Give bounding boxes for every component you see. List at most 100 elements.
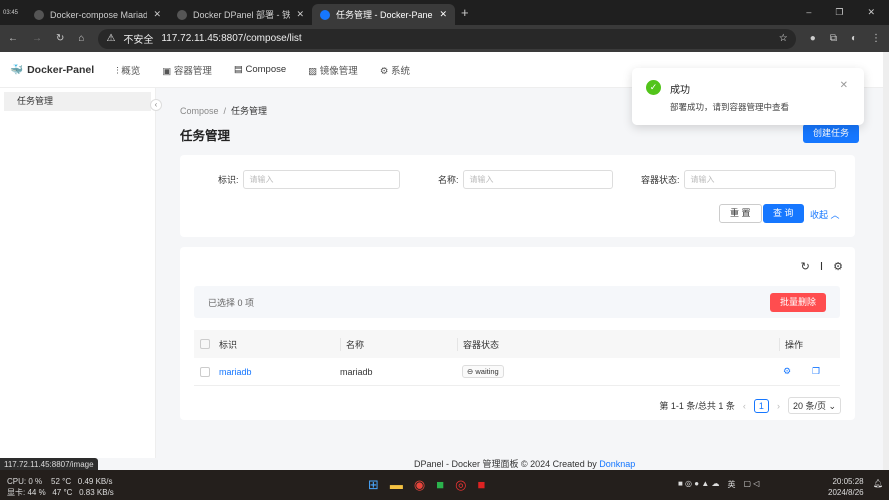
extensions-icon[interactable]: ⧉ <box>830 33 837 44</box>
selected-count: 已选择 0 项 <box>208 297 255 308</box>
row-copy-icon[interactable]: ❐ <box>812 366 820 377</box>
music-app-icon[interactable]: ◎ <box>455 477 466 493</box>
success-notification: ✓ 成功 部署成功，请到容器管理中查看 ✕ <box>632 68 864 125</box>
create-task-button[interactable]: 创建任务 <box>803 124 860 143</box>
nav-label: Compose <box>245 64 287 75</box>
pager-summary: 第 1-1 条/总共 1 条 <box>659 401 735 411</box>
nav-containers[interactable]: ▣ 容器管理 <box>162 63 212 77</box>
url-bar[interactable]: ⚠ 不安全 117.72.11.45:8807/compose/list ☆ <box>98 28 796 49</box>
close-tab-icon[interactable]: ✕ <box>153 9 161 20</box>
filter-card: 标识: 请输入 名称: 请输入 容器状态: 请输入 重 置 查 询 收起 ︿ <box>180 155 855 237</box>
nav-compose[interactable]: ▤ Compose <box>234 64 286 75</box>
id-input[interactable]: 请输入 <box>242 170 400 189</box>
table-row: mariadb mariadb ⊖ waiting ⚙ ❐ <box>194 358 840 386</box>
notification-bell-icon[interactable]: 🔔︎ <box>873 479 883 488</box>
row-checkbox[interactable] <box>200 366 210 377</box>
sidebar: 任务管理 <box>0 88 156 458</box>
extension-icon[interactable]: ● <box>810 33 816 44</box>
collapse-filters-link[interactable]: 收起 ︿ <box>810 208 840 221</box>
footer-author-link[interactable]: Donknap <box>599 459 635 469</box>
query-button[interactable]: 查 询 <box>763 204 804 223</box>
next-page-icon[interactable]: › <box>777 401 780 411</box>
maximize-icon[interactable]: ❐ <box>835 7 843 18</box>
close-notification-icon[interactable]: ✕ <box>840 80 848 91</box>
row-id-link[interactable]: mariadb <box>219 367 252 377</box>
row-settings-icon[interactable]: ⚙ <box>783 366 791 377</box>
row-name: mariadb <box>340 366 373 377</box>
status-badge: ⊖ waiting <box>462 365 504 378</box>
notification-title: 成功 <box>670 85 690 96</box>
menu-icon[interactable]: ⋮ <box>871 33 881 44</box>
taskbar-apps: ⊞ ▬ ◉ ■ ◎ ■ <box>368 477 485 493</box>
bookmark-star-icon[interactable]: ☆ <box>779 33 788 44</box>
close-tab-icon[interactable]: ✕ <box>439 9 447 20</box>
field-label: 容器状态: <box>641 175 680 185</box>
scrollbar[interactable] <box>883 52 889 470</box>
terminal-icon[interactable]: ■ <box>436 477 444 493</box>
ime-indicator[interactable]: 英 <box>727 479 735 490</box>
tab-title: 任务管理 - Docker-Panel <box>336 10 434 20</box>
window-controls: – ❐ ✕ <box>806 7 889 18</box>
close-window-icon[interactable]: ✕ <box>867 7 875 18</box>
sidebar-item-tasks[interactable]: 任务管理 <box>4 92 151 111</box>
docker-whale-icon: 🐳 <box>10 64 24 76</box>
home-icon[interactable]: ⌂ <box>78 33 84 44</box>
clock: 03:45 <box>3 9 19 16</box>
batch-delete-button[interactable]: 批量删除 <box>769 292 826 312</box>
time: 20:05:28 <box>832 477 864 486</box>
back-icon[interactable]: ← <box>8 33 18 44</box>
page-size-select[interactable]: 20 条/页 ⌄ <box>787 397 841 414</box>
close-tab-icon[interactable]: ✕ <box>296 9 304 20</box>
nav-system[interactable]: ⚙ 系统 <box>380 63 410 77</box>
name-input[interactable]: 请输入 <box>462 170 613 189</box>
nav-label: 系统 <box>390 65 410 77</box>
app-logo[interactable]: 🐳 Docker-Panel <box>10 63 95 77</box>
browser-tab-active[interactable]: 任务管理 - Docker-Panel ✕ <box>312 4 455 25</box>
nav-images[interactable]: ▨ 镜像管理 <box>308 63 358 77</box>
new-tab-button[interactable]: + <box>461 5 469 20</box>
browser-tab-strip: 03:45 Docker-compose Mariadb 部 ✕ Docker D… <box>0 0 889 25</box>
page-1-button[interactable]: 1 <box>753 398 769 413</box>
clock[interactable]: 20:05:28 2024/8/26 <box>828 476 864 498</box>
collapse-sidebar-button[interactable]: ‹ <box>150 99 162 111</box>
warning-icon: ⚠ <box>106 33 116 44</box>
nav-label: 容器管理 <box>173 65 212 77</box>
page-size-value: 20 条/页 <box>792 401 826 411</box>
logo-text: Docker-Panel <box>27 63 95 76</box>
column-header: 操作 <box>779 337 803 351</box>
page-title: 任务管理 <box>180 129 231 143</box>
tab-search-button[interactable]: 03:45 <box>0 10 26 16</box>
table-toolbar: ↻ Ⅰ ⚙ <box>801 260 843 273</box>
browser-tab[interactable]: Docker-compose Mariadb 部 ✕ <box>26 4 169 25</box>
nav-label: 镜像管理 <box>319 65 358 77</box>
density-icon[interactable]: Ⅰ <box>820 260 823 273</box>
table-header: 标识 名称 容器状态 操作 <box>194 330 840 358</box>
settings-icon[interactable]: ⚙ <box>833 260 843 273</box>
profile-avatar[interactable]: ◐ <box>851 33 857 44</box>
field-label: 名称: <box>438 175 459 185</box>
reset-button[interactable]: 重 置 <box>719 204 762 223</box>
system-monitor: CPU: 0 % 52 °C 0.49 KB/s 显卡: 44 % 47 °C 0… <box>7 476 114 498</box>
status-input[interactable]: 请输入 <box>683 170 836 189</box>
remote-app-icon[interactable]: ■ <box>477 477 485 493</box>
gpu-stats: 显卡: 44 % 47 °C 0.83 KB/s <box>7 488 114 497</box>
field-label: 标识: <box>218 175 239 185</box>
nav-overview[interactable]: ⫶ 概览 <box>116 63 140 77</box>
network-volume-icon[interactable]: ▢ ◁ <box>743 479 759 490</box>
chrome-icon[interactable]: ◉ <box>414 477 425 493</box>
select-all-checkbox[interactable] <box>200 339 210 349</box>
chevron-up-icon: ︿ <box>830 210 840 220</box>
breadcrumb-compose[interactable]: Compose <box>180 106 219 116</box>
prev-page-icon[interactable]: ‹ <box>743 401 746 411</box>
windows-start-icon[interactable]: ⊞ <box>368 477 379 493</box>
file-explorer-icon[interactable]: ▬ <box>390 477 403 493</box>
reload-icon[interactable]: ↻ <box>56 33 64 44</box>
refresh-icon[interactable]: ↻ <box>801 260 810 273</box>
forward-icon[interactable]: → <box>32 33 42 44</box>
url-text: 117.72.11.45:8807/compose/list <box>161 33 302 44</box>
tab-title: Docker-compose Mariadb 部 <box>50 10 148 20</box>
notification-message: 部署成功，请到容器管理中查看 <box>670 102 790 112</box>
browser-tab[interactable]: Docker DPanel 部署 - 铁马冰 ✕ <box>169 4 312 25</box>
tray-icons[interactable]: ■ ◎ ● ▲ ☁ <box>678 479 719 490</box>
minimize-icon[interactable]: – <box>806 7 811 18</box>
